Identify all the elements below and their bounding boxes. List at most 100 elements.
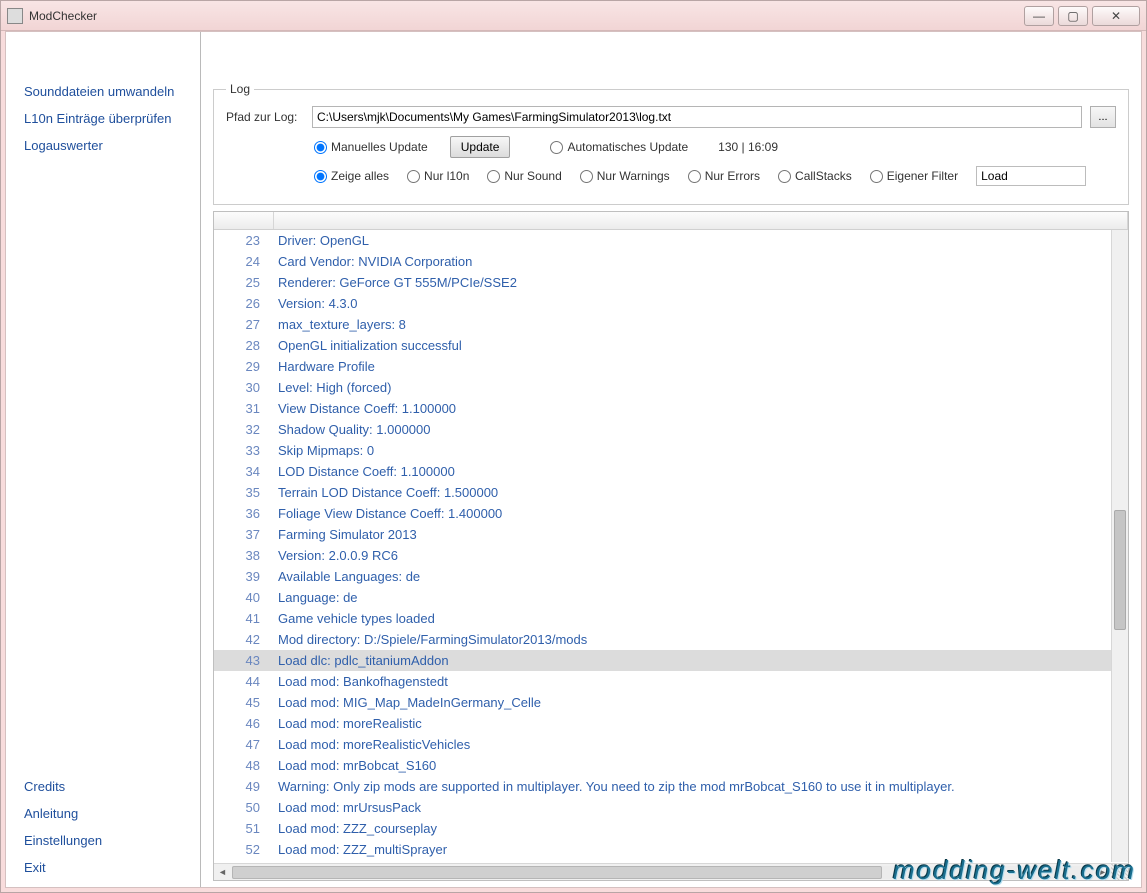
sidebar-item-settings[interactable]: Einstellungen <box>6 827 200 854</box>
radio-manual-update[interactable]: Manuelles Update <box>314 140 428 154</box>
log-path-input[interactable] <box>312 106 1082 128</box>
log-row[interactable]: 24 Card Vendor: NVIDIA Corporation <box>214 251 1128 272</box>
filter-l10n-input[interactable] <box>407 170 420 183</box>
path-row: Pfad zur Log: ... <box>226 106 1116 128</box>
minimize-icon: — <box>1033 9 1045 23</box>
filter-row: Zeige alles Nur l10n Nur Sound Nur Warni… <box>314 166 1116 186</box>
log-line-number: 38 <box>214 548 274 563</box>
filter-sound[interactable]: Nur Sound <box>487 169 561 183</box>
log-line-number: 36 <box>214 506 274 521</box>
hscroll-track[interactable] <box>232 866 1093 879</box>
log-row[interactable]: 43Load dlc: pdlc_titaniumAddon <box>214 650 1128 671</box>
log-line-number: 23 <box>214 233 274 248</box>
log-line-text: Load mod: ZZZ_multiSprayer <box>274 842 1128 857</box>
log-line-number: 48 <box>214 758 274 773</box>
log-row[interactable]: 52Load mod: ZZZ_multiSprayer <box>214 839 1128 860</box>
col-text[interactable] <box>274 212 1128 229</box>
log-row[interactable]: 23 Driver: OpenGL <box>214 230 1128 251</box>
maximize-button[interactable]: ▢ <box>1058 6 1088 26</box>
log-row[interactable]: 51Load mod: ZZZ_courseplay <box>214 818 1128 839</box>
log-row[interactable]: 31 View Distance Coeff: 1.100000 <box>214 398 1128 419</box>
log-row[interactable]: 41Game vehicle types loaded <box>214 608 1128 629</box>
filter-custom-input[interactable] <box>870 170 883 183</box>
log-row[interactable]: 25 Renderer: GeForce GT 555M/PCIe/SSE2 <box>214 272 1128 293</box>
log-line-text: Terrain LOD Distance Coeff: 1.500000 <box>274 485 1128 500</box>
filter-errors[interactable]: Nur Errors <box>688 169 760 183</box>
sidebar-item-manual[interactable]: Anleitung <box>6 800 200 827</box>
browse-button[interactable]: ... <box>1090 106 1116 128</box>
titlebar[interactable]: ModChecker — ▢ ✕ <box>1 1 1146 31</box>
log-row[interactable]: 33 Skip Mipmaps: 0 <box>214 440 1128 461</box>
log-row[interactable]: 27 max_texture_layers: 8 <box>214 314 1128 335</box>
log-line-text: Skip Mipmaps: 0 <box>274 443 1128 458</box>
log-row[interactable]: 30 Level: High (forced) <box>214 377 1128 398</box>
resize-grip[interactable] <box>1111 864 1128 881</box>
filter-sound-input[interactable] <box>487 170 500 183</box>
filter-warnings-input[interactable] <box>580 170 593 183</box>
filter-errors-label: Nur Errors <box>705 169 760 183</box>
log-row[interactable]: 36 Foliage View Distance Coeff: 1.400000 <box>214 503 1128 524</box>
sidebar-item-credits[interactable]: Credits <box>6 773 200 800</box>
log-line-text: Load mod: moreRealisticVehicles <box>274 737 1128 752</box>
log-line-number: 24 <box>214 254 274 269</box>
radio-auto-update-input[interactable] <box>550 141 563 154</box>
sidebar-item-sounds[interactable]: Sounddateien umwandeln <box>6 78 200 105</box>
log-row[interactable]: 49Warning: Only zip mods are supported i… <box>214 776 1128 797</box>
update-button[interactable]: Update <box>450 136 511 158</box>
hscroll-right-arrow[interactable]: ► <box>1094 864 1111 881</box>
hscroll-thumb[interactable] <box>232 866 882 879</box>
log-line-text: Warning: Only zip mods are supported in … <box>274 779 1128 794</box>
log-table: 23 Driver: OpenGL24 Card Vendor: NVIDIA … <box>213 211 1129 881</box>
vscroll-thumb[interactable] <box>1114 510 1126 630</box>
log-row[interactable]: 53Application exit request forced. <box>214 860 1128 863</box>
log-line-text: Card Vendor: NVIDIA Corporation <box>274 254 1128 269</box>
log-line-number: 34 <box>214 464 274 479</box>
log-row[interactable]: 32 Shadow Quality: 1.000000 <box>214 419 1128 440</box>
log-row[interactable]: 47Load mod: moreRealisticVehicles <box>214 734 1128 755</box>
minimize-button[interactable]: — <box>1024 6 1054 26</box>
log-row[interactable]: 48Load mod: mrBobcat_S160 <box>214 755 1128 776</box>
filter-all-input[interactable] <box>314 170 327 183</box>
radio-auto-update[interactable]: Automatisches Update <box>550 140 688 154</box>
log-row[interactable]: 38 Version: 2.0.0.9 RC6 <box>214 545 1128 566</box>
log-line-number: 29 <box>214 359 274 374</box>
log-line-number: 49 <box>214 779 274 794</box>
filter-errors-input[interactable] <box>688 170 701 183</box>
sidebar-item-logeval[interactable]: Logauswerter <box>6 132 200 159</box>
log-legend: Log <box>226 82 254 96</box>
log-row[interactable]: 26 Version: 4.3.0 <box>214 293 1128 314</box>
log-body[interactable]: 23 Driver: OpenGL24 Card Vendor: NVIDIA … <box>214 230 1128 863</box>
radio-manual-update-input[interactable] <box>314 141 327 154</box>
filter-callstacks[interactable]: CallStacks <box>778 169 852 183</box>
sidebar-item-exit[interactable]: Exit <box>6 854 200 881</box>
log-table-header[interactable] <box>214 212 1128 230</box>
log-line-text: View Distance Coeff: 1.100000 <box>274 401 1128 416</box>
filter-all[interactable]: Zeige alles <box>314 169 389 183</box>
log-row[interactable]: 29Hardware Profile <box>214 356 1128 377</box>
filter-custom[interactable]: Eigener Filter <box>870 169 958 183</box>
filter-warnings[interactable]: Nur Warnings <box>580 169 670 183</box>
log-line-number: 42 <box>214 632 274 647</box>
hscroll-left-arrow[interactable]: ◄ <box>214 864 231 881</box>
log-row[interactable]: 45Load mod: MIG_Map_MadeInGermany_Celle <box>214 692 1128 713</box>
horizontal-scrollbar[interactable]: ◄ ► <box>214 863 1128 880</box>
log-row[interactable]: 46Load mod: moreRealistic <box>214 713 1128 734</box>
custom-filter-input[interactable] <box>976 166 1086 186</box>
filter-l10n[interactable]: Nur l10n <box>407 169 469 183</box>
log-row[interactable]: 28 OpenGL initialization successful <box>214 335 1128 356</box>
sidebar-item-l10n[interactable]: L10n Einträge überprüfen <box>6 105 200 132</box>
log-row[interactable]: 37Farming Simulator 2013 <box>214 524 1128 545</box>
filter-callstacks-input[interactable] <box>778 170 791 183</box>
log-row[interactable]: 34 LOD Distance Coeff: 1.100000 <box>214 461 1128 482</box>
log-row[interactable]: 35 Terrain LOD Distance Coeff: 1.500000 <box>214 482 1128 503</box>
close-button[interactable]: ✕ <box>1092 6 1140 26</box>
log-row[interactable]: 44Load mod: Bankofhagenstedt <box>214 671 1128 692</box>
col-linenum[interactable] <box>214 212 274 229</box>
log-row[interactable]: 42Mod directory: D:/Spiele/FarmingSimula… <box>214 629 1128 650</box>
vertical-scrollbar[interactable] <box>1111 230 1128 862</box>
log-row[interactable]: 50Load mod: mrUrsusPack <box>214 797 1128 818</box>
log-row[interactable]: 40 Language: de <box>214 587 1128 608</box>
log-row[interactable]: 39 Available Languages: de <box>214 566 1128 587</box>
log-line-number: 47 <box>214 737 274 752</box>
log-line-text: OpenGL initialization successful <box>274 338 1128 353</box>
